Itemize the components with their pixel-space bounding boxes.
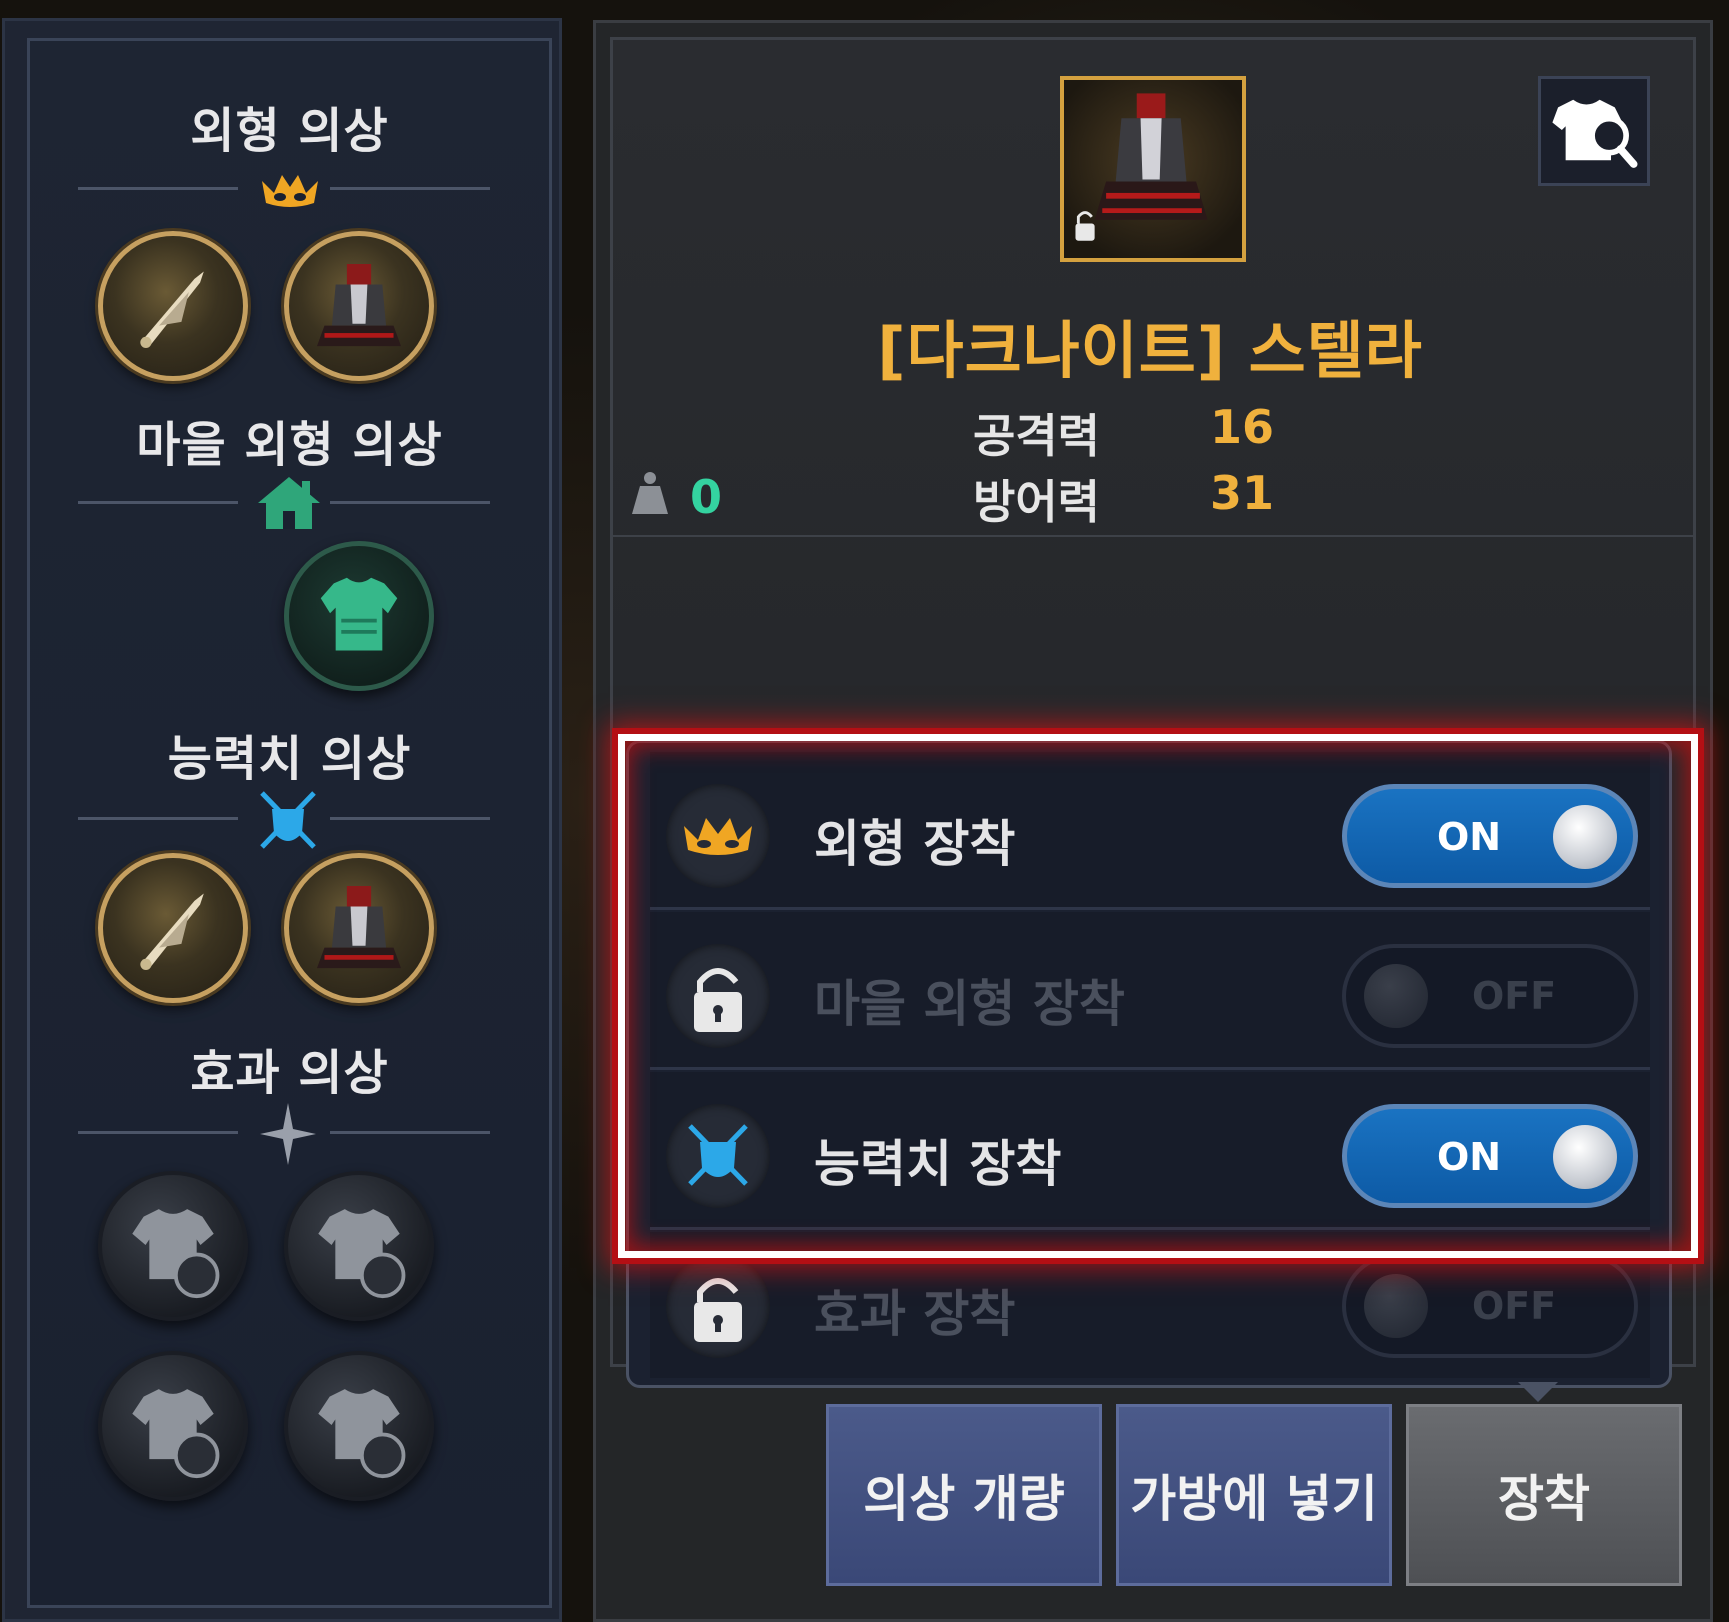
- item-name: [다크나이트] 스텔라: [877, 314, 1423, 387]
- effect-toggle[interactable]: OFF: [1342, 1254, 1638, 1358]
- crossed-swords-shield-icon: [688, 1124, 748, 1186]
- toggle-state: ON: [1437, 1135, 1502, 1179]
- armor-lock-icon: [132, 1389, 220, 1479]
- weight-icon: [632, 472, 668, 514]
- item-icon: [1060, 76, 1246, 262]
- stats-armor-slot[interactable]: [284, 853, 434, 1003]
- appearance-toggle[interactable]: ON: [1342, 784, 1638, 888]
- option-row-stats: 능력치 장착 ON: [650, 1072, 1650, 1230]
- put-in-bag-button[interactable]: 가방에 넣기: [1116, 1404, 1392, 1586]
- toggle-state: OFF: [1472, 974, 1557, 1018]
- divider: [610, 535, 1695, 537]
- costume-icon: [1075, 93, 1208, 241]
- costume-slots-inner: 외형 의상 마을 외형 의상 능력치 의상 효과 의상: [27, 38, 552, 1608]
- toggle-knob: [1553, 805, 1617, 869]
- section-title-appearance: 외형 의상: [190, 103, 389, 159]
- divider: [78, 817, 238, 820]
- divider: [78, 187, 238, 190]
- inspect-button[interactable]: [1538, 76, 1650, 186]
- toggle-knob: [1364, 964, 1428, 1028]
- section-title-stats: 능력치 의상: [167, 731, 412, 787]
- armor-lock-icon: [318, 1389, 406, 1479]
- option-row-appearance: 외형 장착 ON: [650, 752, 1650, 910]
- armor-magnifier-icon: [1552, 99, 1638, 168]
- option-icon-village: [666, 944, 770, 1048]
- costume-icon: [317, 264, 401, 347]
- toggle-knob: [1364, 1274, 1428, 1338]
- popup-tail: [1518, 1382, 1558, 1402]
- divider: [78, 501, 238, 504]
- option-row-village: 마을 외형 장착 OFF: [650, 912, 1650, 1070]
- improve-costume-button[interactable]: 의상 개량: [826, 1404, 1102, 1586]
- mask-icon: [684, 818, 752, 855]
- crossed-swords-shield-icon: [260, 791, 316, 849]
- stats-toggle[interactable]: ON: [1342, 1104, 1638, 1208]
- divider: [330, 187, 490, 190]
- option-label: 효과 장착: [814, 1285, 1016, 1343]
- section-title-village: 마을 외형 의상: [136, 417, 443, 473]
- option-label: 능력치 장착: [814, 1135, 1062, 1193]
- stat-label-defense: 방어력: [973, 475, 1100, 529]
- armor-lock-icon: [318, 1209, 406, 1299]
- option-row-effect: 효과 장착 OFF: [650, 1232, 1650, 1378]
- armor-icon: [320, 577, 398, 651]
- toggle-state: OFF: [1472, 1284, 1557, 1328]
- sword-icon: [140, 271, 204, 348]
- toggle-state: ON: [1437, 815, 1502, 859]
- option-icon-appearance: [666, 784, 770, 888]
- sword-icon: [140, 893, 204, 970]
- option-label: 외형 장착: [814, 815, 1016, 873]
- toggle-knob: [1553, 1125, 1617, 1189]
- option-icon-effect: [666, 1254, 770, 1358]
- village-armor-slot[interactable]: [284, 541, 434, 691]
- effect-slot-2[interactable]: [284, 1171, 434, 1321]
- costume-slots-panel: 외형 의상 마을 외형 의상 능력치 의상 효과 의상: [2, 18, 562, 1622]
- divider: [78, 1131, 238, 1134]
- stats-weapon-slot[interactable]: [98, 853, 248, 1003]
- appearance-armor-slot[interactable]: [284, 231, 434, 381]
- sparkle-icon: [260, 1103, 316, 1165]
- armor-lock-icon: [132, 1209, 220, 1299]
- costume-icon: [317, 886, 401, 969]
- divider: [330, 817, 490, 820]
- effect-slot-1[interactable]: [98, 1171, 248, 1321]
- divider: [330, 501, 490, 504]
- stat-value-attack: 16: [1210, 400, 1275, 454]
- option-icon-stats: [666, 1104, 770, 1208]
- house-icon: [258, 477, 320, 529]
- village-toggle[interactable]: OFF: [1342, 944, 1638, 1048]
- weight-value: 0: [690, 470, 723, 524]
- option-label: 마을 외형 장착: [814, 975, 1125, 1033]
- stat-label-attack: 공격력: [973, 409, 1100, 463]
- stat-value-defense: 31: [1210, 466, 1275, 520]
- appearance-weapon-slot[interactable]: [98, 231, 248, 381]
- lock-icon: [694, 1278, 742, 1342]
- effect-slot-4[interactable]: [284, 1351, 434, 1501]
- mask-icon: [262, 175, 318, 207]
- lock-icon: [694, 968, 742, 1032]
- section-title-effect: 효과 의상: [190, 1045, 389, 1101]
- effect-slot-3[interactable]: [98, 1351, 248, 1501]
- divider: [330, 1131, 490, 1134]
- equip-button[interactable]: 장착: [1406, 1404, 1682, 1586]
